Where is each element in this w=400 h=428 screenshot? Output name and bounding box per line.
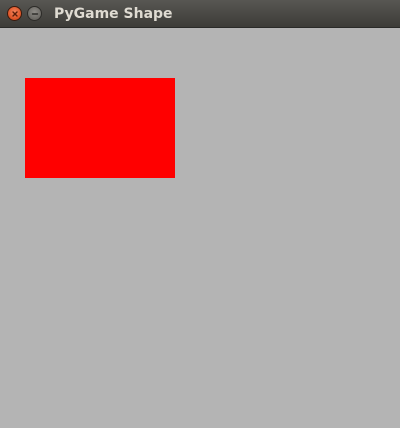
- title-bar[interactable]: PyGame Shape: [0, 0, 400, 28]
- red-rectangle: [25, 78, 175, 178]
- window-title: PyGame Shape: [54, 6, 173, 22]
- close-button[interactable]: [7, 6, 22, 21]
- app-window: PyGame Shape: [0, 0, 400, 428]
- minimize-icon: [31, 13, 39, 15]
- minimize-button[interactable]: [27, 6, 42, 21]
- game-canvas[interactable]: [0, 28, 400, 428]
- close-icon: [12, 11, 18, 17]
